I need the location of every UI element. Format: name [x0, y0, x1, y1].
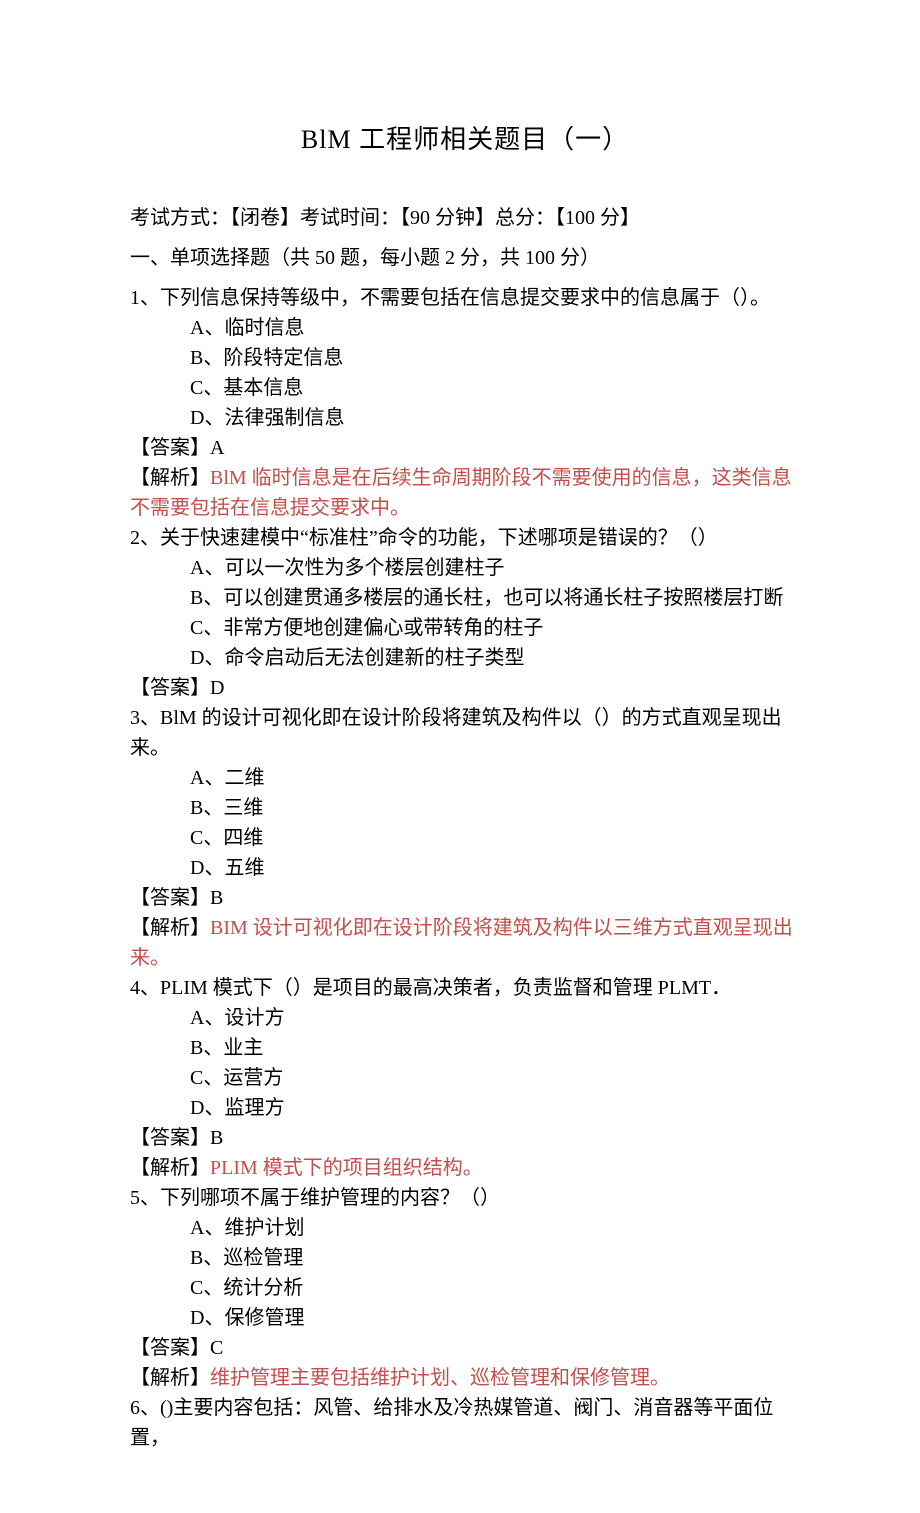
- analysis-text: PLIM 模式下的项目组织结构。: [210, 1157, 483, 1179]
- document-title: BlM 工程师相关题目（一）: [130, 120, 800, 159]
- question-stem: 1、下列信息保持等级中，不需要包括在信息提交要求中的信息属于（）。: [130, 283, 800, 313]
- section-header: 一、单项选择题（共 50 题，每小题 2 分，共 100 分）: [130, 243, 800, 273]
- question-option: C、四维: [130, 823, 800, 853]
- question-option: D、五维: [130, 853, 800, 883]
- analysis-line: 【解析】维护管理主要包括维护计划、巡检管理和保修管理。: [130, 1363, 800, 1393]
- answer-line: 【答案】B: [130, 1123, 800, 1153]
- analysis-label: 【解析】: [130, 1157, 210, 1179]
- analysis-label: 【解析】: [130, 917, 210, 939]
- question-option: D、监理方: [130, 1093, 800, 1123]
- question-option: C、统计分析: [130, 1273, 800, 1303]
- question-option: B、可以创建贯通多楼层的通长柱，也可以将通长柱子按照楼层打断: [130, 583, 800, 613]
- question-option: B、三维: [130, 793, 800, 823]
- question-option: A、设计方: [130, 1003, 800, 1033]
- question-stem: 5、下列哪项不属于维护管理的内容？（）: [130, 1183, 800, 1213]
- question-option: C、基本信息: [130, 373, 800, 403]
- question-option: B、业主: [130, 1033, 800, 1063]
- analysis-label: 【解析】: [130, 1367, 210, 1389]
- question-stem: 2、关于快速建模中“标准柱”命令的功能，下述哪项是错误的？（）: [130, 523, 800, 553]
- question-option: B、阶段特定信息: [130, 343, 800, 373]
- question-option: D、保修管理: [130, 1303, 800, 1333]
- question-option: A、二维: [130, 763, 800, 793]
- analysis-line: 【解析】PLIM 模式下的项目组织结构。: [130, 1153, 800, 1183]
- question-option: D、法律强制信息: [130, 403, 800, 433]
- analysis-line: 【解析】BlM 临时信息是在后续生命周期阶段不需要使用的信息，这类信息不需要包括…: [130, 463, 800, 523]
- answer-line: 【答案】A: [130, 433, 800, 463]
- analysis-line: 【解析】BIM 设计可视化即在设计阶段将建筑及构件以三维方式直观呈现出来。: [130, 913, 800, 973]
- question-option: C、非常方便地创建偏心或带转角的柱子: [130, 613, 800, 643]
- analysis-label: 【解析】: [130, 467, 210, 489]
- question-option: A、可以一次性为多个楼层创建柱子: [130, 553, 800, 583]
- question-option: A、维护计划: [130, 1213, 800, 1243]
- question-stem: 3、BlM 的设计可视化即在设计阶段将建筑及构件以（）的方式直观呈现出来。: [130, 703, 800, 763]
- question-stem: 6、()主要内容包括：风管、给排水及冷热媒管道、阀门、消音器等平面位置，: [130, 1393, 800, 1453]
- question-option: A、临时信息: [130, 313, 800, 343]
- answer-line: 【答案】C: [130, 1333, 800, 1363]
- question-option: B、巡检管理: [130, 1243, 800, 1273]
- analysis-text: BlM 临时信息是在后续生命周期阶段不需要使用的信息，这类信息不需要包括在信息提…: [130, 467, 792, 519]
- question-option: D、命令启动后无法创建新的柱子类型: [130, 643, 800, 673]
- analysis-text: 维护管理主要包括维护计划、巡检管理和保修管理。: [210, 1367, 670, 1389]
- question-stem: 4、PLIM 模式下（）是项目的最高决策者，负责监督和管理 PLMT．: [130, 973, 800, 1003]
- exam-info: 考试方式：【闭卷】考试时间：【90 分钟】总分：【100 分】: [130, 203, 800, 233]
- answer-line: 【答案】D: [130, 673, 800, 703]
- question-option: C、运营方: [130, 1063, 800, 1093]
- answer-line: 【答案】B: [130, 883, 800, 913]
- document-page: BlM 工程师相关题目（一） 考试方式：【闭卷】考试时间：【90 分钟】总分：【…: [0, 0, 920, 1513]
- analysis-text: BIM 设计可视化即在设计阶段将建筑及构件以三维方式直观呈现出来。: [130, 917, 793, 969]
